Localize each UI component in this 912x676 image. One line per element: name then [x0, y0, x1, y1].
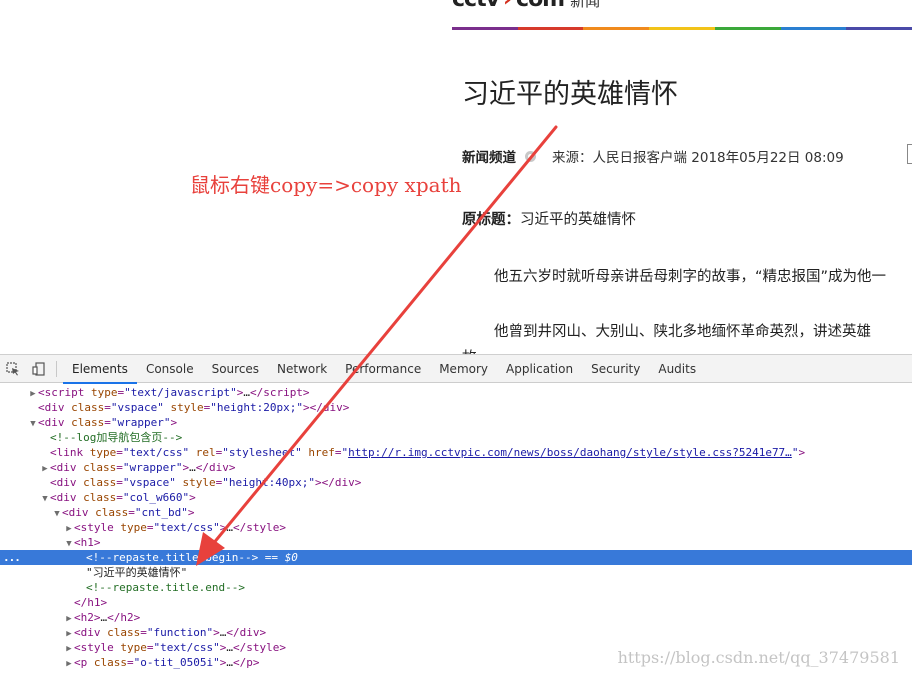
dom-comment-nav[interactable]: <!--log加导航包含页-->	[0, 430, 912, 445]
dom-tree: ▶ <script type="text/javascript">…</scrip…	[0, 383, 912, 670]
dom-node-vspace[interactable]: <div class="vspace" style="height:20px;"…	[0, 400, 912, 415]
more-actions-icon[interactable]: ...	[3, 550, 21, 565]
dom-node-wrapper[interactable]: ▼ <div class="wrapper">	[0, 415, 912, 430]
color-bar-segment	[452, 27, 518, 30]
dom-node-script[interactable]: ▶ <script type="text/javascript">…</scrip…	[0, 385, 912, 400]
article-title: 习近平的英雄情怀	[462, 79, 678, 110]
share-widget-edge[interactable]	[907, 144, 912, 164]
dom-node-cnt-bd[interactable]: ▼ <div class="cnt_bd">	[0, 505, 912, 520]
dom-comment-title-begin-selected[interactable]: ... <!--repaste.title.begin--> == $0	[0, 550, 912, 565]
tab-sources[interactable]: Sources	[203, 355, 268, 383]
tab-application[interactable]: Application	[497, 355, 582, 383]
tab-performance[interactable]: Performance	[336, 355, 430, 383]
logo-mark: ›	[503, 0, 512, 11]
original-title-value: 习近平的英雄情怀	[520, 212, 636, 228]
dom-node-col-w660[interactable]: ▼ <div class="col_w660">	[0, 490, 912, 505]
article-meta: 新闻频道 来源：人民日报客户端 2018年05月22日 08:09	[462, 146, 844, 166]
tab-security[interactable]: Security	[582, 355, 649, 383]
header-color-bar	[452, 27, 912, 30]
devtools-toolbar: Elements Console Sources Network Performance…	[0, 355, 912, 384]
tab-elements[interactable]: Elements	[63, 355, 137, 384]
color-bar-segment	[714, 27, 781, 30]
dom-node-style[interactable]: ▶ <style type="text/css">…</style>	[0, 520, 912, 535]
expand-arrow-icon[interactable]: ▶	[64, 657, 74, 672]
color-bar-segment	[583, 27, 650, 30]
article-source: 来源：人民日报客户端 2018年05月22日 08:09	[552, 150, 844, 166]
dom-node-h2[interactable]: ▶ <h2>…</h2>	[0, 610, 912, 625]
dom-comment-title-end[interactable]: <!--repaste.title.end-->	[0, 580, 912, 595]
tab-console[interactable]: Console	[137, 355, 203, 383]
dom-text-node-title[interactable]: "习近平的英雄情怀"	[0, 565, 912, 580]
toolbar-divider	[56, 360, 57, 377]
color-bar-segment	[780, 27, 847, 30]
original-title-label: 原标题：	[462, 212, 520, 228]
devtools-tabs: Elements Console Sources Network Performance…	[63, 355, 705, 384]
dom-node-vspace-40[interactable]: <div class="vspace" style="height:40px;"…	[0, 475, 912, 490]
original-title-line: 原标题：习近平的英雄情怀	[462, 208, 636, 229]
devtools-panel: Elements Console Sources Network Performance…	[0, 354, 912, 676]
site-logo[interactable]: cctv › com 新闻	[452, 0, 601, 11]
article-paragraph-1: 他五六岁时就听母亲讲岳母刺字的故事，“精忠报国”成为他一	[494, 269, 887, 285]
article-paragraph-2: 他曾到井冈山、大别山、陕北多地缅怀革命英烈，讲述英雄	[494, 324, 871, 340]
dom-node-function[interactable]: ▶ <div class="function">…</div>	[0, 625, 912, 640]
web-page: cctv › com 新闻 习近平的英雄情怀 新闻频道 来源：人民日报客户端 2…	[0, 0, 912, 354]
dom-node-h1[interactable]: ▼ <h1>	[0, 535, 912, 550]
dom-node-wrapper-inner[interactable]: ▶ <div class="wrapper">…</div>	[0, 460, 912, 475]
tab-memory[interactable]: Memory	[430, 355, 497, 383]
location-dot-icon	[525, 150, 536, 162]
logo-domain: com	[516, 0, 565, 11]
device-toolbar-icon[interactable]	[26, 355, 52, 383]
color-bar-segment	[649, 27, 715, 30]
inspect-element-icon[interactable]	[0, 355, 26, 383]
logo-text: cctv	[452, 0, 500, 11]
watermark: https://blog.csdn.net/qq_37479581	[617, 648, 900, 667]
dom-node-h1-close[interactable]: </h1>	[0, 595, 912, 610]
tab-network[interactable]: Network	[268, 355, 336, 383]
color-bar-segment	[846, 27, 912, 30]
channel-link[interactable]: 新闻频道	[462, 146, 516, 166]
annotation-text: 鼠标右键copy=>copy xpath	[190, 173, 462, 197]
logo-section: 新闻	[570, 0, 601, 10]
tab-audits[interactable]: Audits	[649, 355, 705, 383]
color-bar-segment	[517, 27, 584, 30]
article-paragraph-2-continued: 故	[462, 346, 477, 354]
dom-node-link[interactable]: <link type="text/css" rel="stylesheet" h…	[0, 445, 912, 460]
